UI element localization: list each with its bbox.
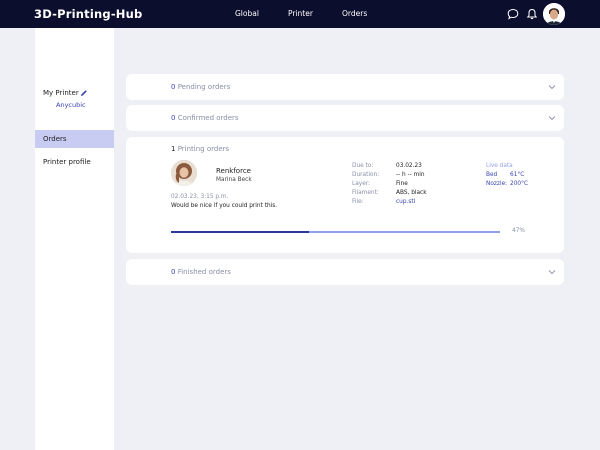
bell-icon[interactable] [526, 8, 538, 20]
layer-label: Layer: [352, 181, 371, 187]
my-printer-label: My Printer [43, 89, 79, 97]
filament-value: ABS, black [396, 190, 427, 196]
order-note: Would be nice if you could print this. [171, 203, 278, 209]
chevron-down-icon[interactable] [548, 268, 556, 276]
nav-global[interactable]: Global [235, 9, 259, 18]
finished-orders-title: 0 Finished orders [171, 268, 231, 276]
printing-orders-section: 1 Printing orders Renkforce Marina Beck … [126, 137, 564, 253]
user-avatar[interactable] [543, 3, 565, 25]
duration-label: Duration: [352, 172, 380, 178]
pending-count: 0 [171, 83, 176, 91]
confirmed-orders-section[interactable]: 0 Confirmed orders [126, 105, 564, 131]
nav-orders[interactable]: Orders [342, 9, 367, 18]
finished-label: Finished orders [177, 268, 231, 276]
due-label: Due to: [352, 163, 374, 169]
printer-name[interactable]: Anycubic [56, 101, 86, 109]
duration-value: -- h -- min [396, 172, 425, 178]
printing-label: Printing orders [177, 145, 230, 153]
top-navbar: 3D-Printing-Hub Global Printer Orders [0, 0, 600, 28]
chevron-down-icon[interactable] [548, 83, 556, 91]
nav-printer[interactable]: Printer [288, 9, 313, 18]
printing-count: 1 [171, 145, 176, 153]
bed-value: 61°C [510, 172, 525, 178]
file-label: File: [352, 199, 364, 205]
order-date: 02.03.23, 3:15 p.m. [171, 194, 229, 200]
brand-logo[interactable]: 3D-Printing-Hub [34, 7, 142, 21]
sidebar-item-orders[interactable]: Orders [35, 130, 114, 148]
pending-orders-section[interactable]: 0 Pending orders [126, 74, 564, 100]
nozzle-value: 200°C [510, 181, 529, 187]
sidebar: My Printer Anycubic Orders Printer profi… [35, 28, 114, 450]
pending-label: Pending orders [177, 83, 231, 91]
bed-label: Bed [486, 172, 498, 178]
confirmed-count: 0 [171, 114, 176, 122]
live-data-title: Live data [486, 163, 513, 169]
file-link[interactable]: cup.stl [396, 199, 415, 205]
printing-orders-title: 1 Printing orders [171, 145, 229, 153]
print-progress-bar [171, 231, 500, 233]
chevron-down-icon[interactable] [548, 114, 556, 122]
due-value: 03.02.23 [396, 163, 422, 169]
finished-count: 0 [171, 268, 176, 276]
customer-company: Renkforce [216, 167, 251, 175]
customer-avatar [171, 160, 197, 186]
finished-orders-section[interactable]: 0 Finished orders [126, 259, 564, 285]
confirmed-label: Confirmed orders [177, 114, 239, 122]
nozzle-label: Nozzle: [486, 181, 508, 187]
pencil-icon[interactable] [80, 89, 88, 97]
pending-orders-title: 0 Pending orders [171, 83, 230, 91]
print-progress-fill [171, 231, 310, 233]
filament-label: Filament: [352, 190, 379, 196]
customer-name: Marina Beck [216, 177, 252, 183]
chat-icon[interactable] [507, 8, 519, 20]
layer-value: Fine [396, 181, 408, 187]
confirmed-orders-title: 0 Confirmed orders [171, 114, 239, 122]
sidebar-item-printer-profile[interactable]: Printer profile [43, 158, 91, 166]
print-progress-text: 47% [512, 228, 525, 234]
